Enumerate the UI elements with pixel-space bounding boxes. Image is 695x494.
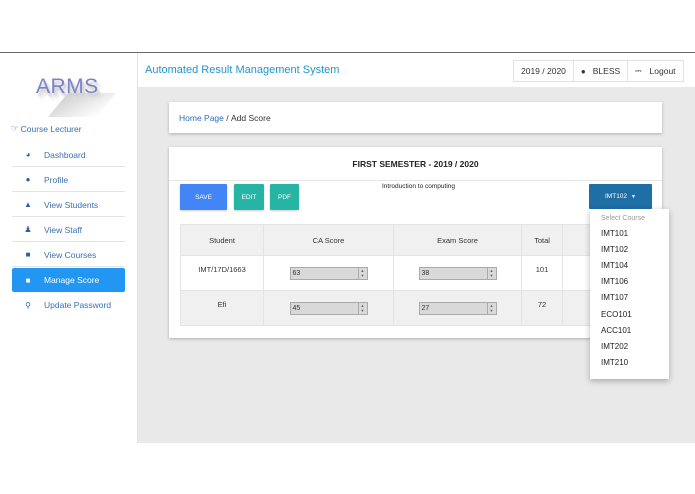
sidebar-item-profile[interactable]: ● Profile xyxy=(12,168,125,192)
header-bar: Automated Result Management System 2019 … xyxy=(138,53,695,88)
user-name: BLESS xyxy=(592,66,621,76)
ca-score-cell: 45 ▲ ▼ xyxy=(263,290,394,326)
score-panel: FIRST SEMESTER - 2019 / 2020 SAVE EDIT P… xyxy=(169,147,662,338)
student-cell: Efi xyxy=(180,290,264,326)
user-role-label: Course Lecturer xyxy=(20,123,82,134)
sidebar-item-manage-score[interactable]: ■ Manage Score xyxy=(12,268,125,292)
pie-chart-icon: ◕ xyxy=(25,150,31,159)
course-option[interactable]: IMT106 xyxy=(590,274,669,290)
logout-label: Logout xyxy=(649,66,676,76)
panel-title: FIRST SEMESTER - 2019 / 2020 xyxy=(169,147,662,181)
user-icon: ● xyxy=(25,175,31,184)
session-year: 2019 / 2020 xyxy=(514,61,574,81)
table-row: IMT/17D/1663 63 ▲ ▼ 38 ▲ ▼ 101 xyxy=(180,255,652,291)
sidebar-item-label: Profile xyxy=(44,174,69,185)
book-icon: ■ xyxy=(25,250,31,259)
caret-down-icon: ▼ xyxy=(631,193,636,200)
sidebar-item-view-courses[interactable]: ■ View Courses xyxy=(12,243,125,267)
breadcrumb: Home Page / Add Score xyxy=(169,102,662,133)
app-logo: ARMS xyxy=(36,75,99,98)
column-header-student: Student xyxy=(180,224,264,256)
course-option[interactable]: IMT102 xyxy=(590,241,669,257)
breadcrumb-current: Add Score xyxy=(230,112,271,123)
user-menu[interactable]: ● BLESS xyxy=(574,61,629,81)
course-option[interactable]: IMT107 xyxy=(590,290,669,306)
course-menu-header: Select Course xyxy=(601,215,645,222)
course-option[interactable]: IMT210 xyxy=(590,355,669,371)
course-option[interactable]: IMT101 xyxy=(590,225,669,241)
sidebar-item-label: View Courses xyxy=(44,249,97,260)
course-option[interactable]: IMT104 xyxy=(590,257,669,273)
course-option[interactable]: ECO101 xyxy=(590,306,669,322)
unlock-icon: ⎓ xyxy=(635,66,642,75)
pdf-button[interactable]: PDF xyxy=(270,184,299,210)
book-icon: ■ xyxy=(25,275,31,285)
user-role[interactable]: ☞ Course Lecturer xyxy=(11,123,82,134)
sidebar-item-label: Update Password xyxy=(44,300,112,310)
column-header-total: Total xyxy=(521,224,563,256)
exam-score-cell: 38 ▲ ▼ xyxy=(393,255,522,291)
course-select-value: IMT102 xyxy=(605,193,628,200)
edit-button[interactable]: EDIT xyxy=(234,184,264,210)
ca-score-value: 63 xyxy=(292,269,301,277)
sidebar-item-view-staff[interactable]: ♟ View Staff xyxy=(12,218,125,242)
table-header-row: Student CA Score Exam Score Total Grade xyxy=(180,224,652,256)
graduation-cap-icon: ▲ xyxy=(24,200,32,209)
ca-score-value: 45 xyxy=(292,304,301,312)
student-cell: IMT/17D/1663 xyxy=(180,255,264,291)
hand-point-right-icon: ☞ xyxy=(11,123,19,133)
total-cell: 101 xyxy=(521,255,563,291)
course-dropdown-menu: Select Course IMT101 IMT102 IMT104 IMT10… xyxy=(590,209,669,379)
sidebar-item-view-students[interactable]: ▲ View Students xyxy=(12,193,125,217)
exam-score-value: 27 xyxy=(421,304,430,312)
course-option[interactable]: IMT202 xyxy=(590,338,669,354)
number-spinner-icon[interactable]: ▲ ▼ xyxy=(357,267,367,279)
number-spinner-icon[interactable]: ▲ ▼ xyxy=(486,302,496,314)
exam-score-value: 38 xyxy=(421,269,430,277)
session-bar: 2019 / 2020 ● BLESS ⎓ Logout xyxy=(513,60,684,82)
sidebar: ARMS ☞ Course Lecturer ◕ Dashboard ● Pro… xyxy=(0,53,138,443)
sidebar-item-label: View Students xyxy=(44,199,99,210)
total-cell: 72 xyxy=(521,290,563,326)
exam-score-cell: 27 ▲ ▼ xyxy=(393,290,522,326)
ca-score-input[interactable]: 63 ▲ ▼ xyxy=(289,266,368,280)
number-spinner-icon[interactable]: ▲ ▼ xyxy=(357,302,367,314)
save-button[interactable]: SAVE xyxy=(180,184,227,210)
exam-score-input[interactable]: 38 ▲ ▼ xyxy=(418,266,497,280)
logout-button[interactable]: ⎓ Logout xyxy=(628,61,682,81)
course-name: Introduction to computing xyxy=(382,183,455,190)
number-spinner-icon[interactable]: ▲ ▼ xyxy=(486,267,496,279)
score-table: Student CA Score Exam Score Total Grade … xyxy=(180,224,652,326)
breadcrumb-separator: / xyxy=(223,112,231,123)
sidebar-item-label: Manage Score xyxy=(44,275,100,285)
exam-score-input[interactable]: 27 ▲ ▼ xyxy=(418,301,497,315)
sidebar-nav: ◕ Dashboard ● Profile ▲ View Students ♟ … xyxy=(12,143,125,318)
ca-score-input[interactable]: 45 ▲ ▼ xyxy=(289,301,368,315)
key-icon: ⚲ xyxy=(25,300,31,310)
sidebar-item-label: Dashboard xyxy=(44,149,86,160)
ca-score-cell: 63 ▲ ▼ xyxy=(263,255,394,291)
column-header-ca-score: CA Score xyxy=(263,224,394,256)
table-row: Efi 45 ▲ ▼ 27 ▲ ▼ 72 xyxy=(180,290,652,326)
users-icon: ♟ xyxy=(24,225,32,234)
app-title: Automated Result Management System xyxy=(145,64,340,76)
sidebar-item-dashboard[interactable]: ◕ Dashboard xyxy=(12,143,125,167)
course-select-button[interactable]: IMT102 ▼ xyxy=(589,184,652,209)
sidebar-item-update-password[interactable]: ⚲ Update Password xyxy=(12,293,125,317)
breadcrumb-home-link[interactable]: Home Page xyxy=(179,113,224,123)
sidebar-item-label: View Staff xyxy=(44,224,82,235)
user-icon: ● xyxy=(580,66,586,76)
course-option[interactable]: ACC101 xyxy=(590,322,669,338)
column-header-exam-score: Exam Score xyxy=(393,224,522,256)
